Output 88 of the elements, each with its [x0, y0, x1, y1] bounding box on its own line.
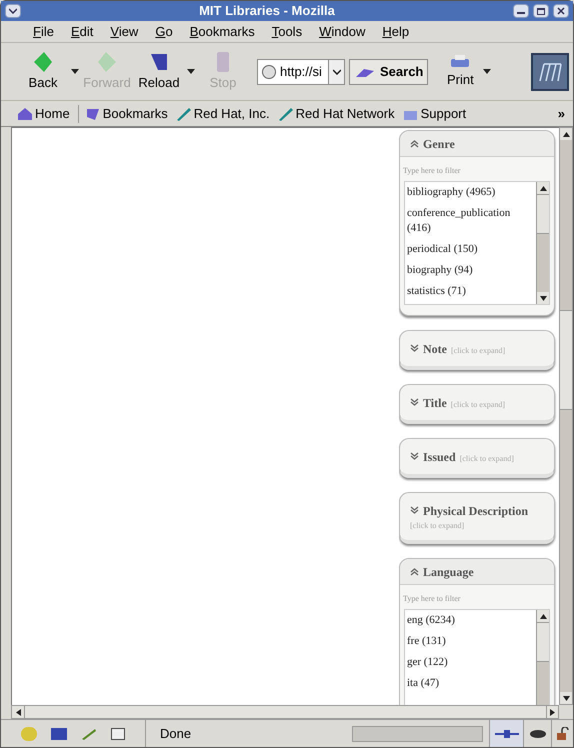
- scroll-down-icon[interactable]: [537, 292, 549, 304]
- bookmark-link[interactable]: Red Hat, Inc.: [176, 104, 270, 124]
- facet-option[interactable]: ger (122): [405, 652, 536, 673]
- dropdown-caret-icon[interactable]: [328, 60, 344, 84]
- expand-icon[interactable]: [410, 452, 419, 461]
- scroll-up-icon[interactable]: [560, 128, 572, 140]
- filter-field[interactable]: Type here to filter: [400, 165, 554, 177]
- menu-item[interactable]: Bookmarks: [190, 22, 255, 42]
- facet-option[interactable]: bibliography (4965): [405, 182, 536, 203]
- bookmark-link[interactable]: Red Hat Network: [278, 104, 395, 124]
- facet-title: Issued: [423, 449, 456, 466]
- connection-icon[interactable]: [489, 720, 523, 747]
- scroll-left-icon[interactable]: [12, 706, 24, 718]
- dropdown-caret-icon[interactable]: [185, 69, 197, 74]
- facet-title: Title: [423, 395, 447, 412]
- bookmarks-icon: [84, 106, 101, 120]
- facet-panel[interactable]: Physical Description [click to expand]: [399, 492, 555, 544]
- facet-title: Physical Description: [423, 503, 528, 520]
- more-bookmarks-button[interactable]: »: [558, 104, 565, 124]
- minimize-icon[interactable]: [513, 4, 529, 18]
- facet-option[interactable]: biography (94): [405, 260, 536, 281]
- facet-option[interactable]: conference_publication (416): [405, 203, 536, 239]
- list-scrollbar[interactable]: [536, 610, 549, 705]
- menu-item[interactable]: View: [110, 22, 138, 42]
- printer-icon: [450, 54, 470, 70]
- filter-field[interactable]: Type here to filter: [400, 593, 554, 605]
- maximize-icon[interactable]: [533, 4, 549, 18]
- expand-icon[interactable]: [410, 344, 419, 353]
- menu-item[interactable]: File: [33, 22, 54, 42]
- dropdown-caret-icon[interactable]: [69, 69, 81, 74]
- horizontal-scrollbar[interactable]: [11, 705, 559, 719]
- menu-item[interactable]: Window: [319, 22, 366, 42]
- expand-hint: [click to expand]: [451, 345, 506, 357]
- facet-option[interactable]: eng (6234): [405, 610, 536, 631]
- browser-logo: [531, 52, 569, 90]
- status-text: Done: [159, 724, 192, 743]
- collapse-icon[interactable]: [410, 139, 419, 148]
- scroll-down-icon[interactable]: [560, 692, 572, 704]
- facet-panel[interactable]: Issued [click to expand]: [399, 438, 555, 478]
- collapse-icon[interactable]: [410, 567, 419, 576]
- scroll-right-icon[interactable]: [546, 706, 558, 718]
- menu-item[interactable]: Help: [382, 22, 410, 42]
- back-arrow-icon: [32, 50, 54, 73]
- bookmark-link[interactable]: Home: [17, 104, 70, 124]
- scroll-up-icon[interactable]: [537, 182, 549, 194]
- facet-option[interactable]: periodical (150): [405, 239, 536, 260]
- facet-panel[interactable]: Title [click to expand]: [399, 384, 555, 424]
- expand-icon[interactable]: [410, 506, 419, 515]
- menu-item[interactable]: Tools: [272, 22, 302, 42]
- toolbar-button[interactable]: Back: [17, 50, 69, 92]
- menu-item[interactable]: Go: [155, 22, 173, 42]
- facet-option[interactable]: fre (131): [405, 631, 536, 652]
- pen-icon[interactable]: [81, 726, 97, 740]
- pen-icon: [278, 106, 294, 120]
- facet-option[interactable]: statistics (71): [405, 281, 536, 302]
- search-button[interactable]: Search: [349, 58, 428, 84]
- bookmark-link[interactable]: Bookmarks: [84, 104, 168, 124]
- window-title: MIT Libraries - Mozilla: [198, 2, 336, 20]
- facet-title: Language: [423, 564, 474, 580]
- page-icon: [262, 64, 276, 78]
- pen-icon: [176, 106, 192, 120]
- facet-title: Note: [423, 341, 447, 358]
- scrollbar-thumb[interactable]: [24, 706, 546, 718]
- close-icon[interactable]: [553, 4, 569, 18]
- expand-hint: [click to expand]: [460, 453, 514, 465]
- address-card-icon[interactable]: [111, 728, 125, 740]
- print-button[interactable]: Print: [440, 54, 480, 90]
- facet-option[interactable]: ita (47): [405, 673, 536, 694]
- scroll-up-icon[interactable]: [537, 610, 549, 622]
- toolbar-button[interactable]: Reload: [133, 50, 185, 92]
- scrollbar-thumb[interactable]: [537, 622, 549, 662]
- vertical-scrollbar[interactable]: [559, 127, 573, 705]
- mail-icon[interactable]: [51, 728, 67, 740]
- facet-title: Genre: [423, 136, 455, 152]
- list-scrollbar[interactable]: [536, 182, 549, 304]
- menu-item[interactable]: Edit: [70, 22, 94, 42]
- expand-hint: [click to expand]: [450, 399, 505, 411]
- url-combo-box[interactable]: http://si: [257, 58, 345, 84]
- facet-panel[interactable]: Note [click to expand]: [399, 330, 555, 370]
- bookmark-link[interactable]: Support: [402, 104, 466, 124]
- forward-arrow-icon: [96, 50, 118, 73]
- window-menu-icon[interactable]: [5, 4, 21, 18]
- scrollbar-thumb[interactable]: [537, 194, 549, 234]
- url-field[interactable]: http://si: [280, 62, 328, 82]
- house-icon: [17, 106, 33, 120]
- expand-icon[interactable]: [410, 398, 419, 407]
- expand-hint: [click to expand]: [410, 520, 464, 532]
- scrollbar-thumb[interactable]: [560, 310, 572, 410]
